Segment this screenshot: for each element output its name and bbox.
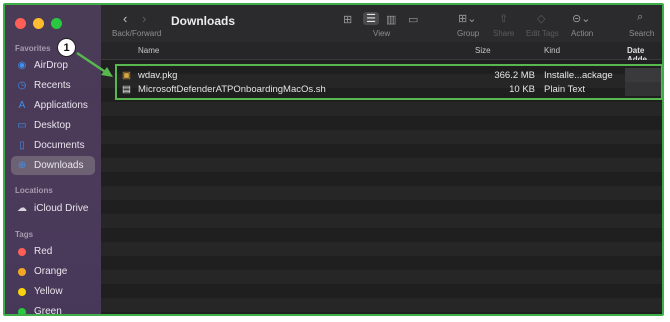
sidebar-item-tag-red[interactable]: Red — [11, 242, 95, 261]
sidebar-item-downloads[interactable]: ⊕ Downloads — [11, 156, 95, 175]
edit-tags-label: Edit Tags — [526, 29, 559, 38]
ellipsis-icon[interactable]: ⊝⌄ — [572, 12, 590, 25]
share-label: Share — [493, 29, 515, 38]
clock-icon: ◷ — [17, 80, 27, 91]
sidebar-item-label: iCloud Drive — [34, 203, 89, 214]
sidebar-item-airdrop[interactable]: ◉ AirDrop — [11, 56, 95, 75]
sidebar-item-label: AirDrop — [34, 60, 68, 71]
sidebar-item-label: Recents — [34, 80, 71, 91]
list-view-icon[interactable]: ☰ — [363, 12, 379, 25]
sidebar-item-tag-green[interactable]: Green — [11, 302, 95, 316]
share-icon[interactable]: ⇧ — [499, 12, 508, 25]
toolbar: ‹ › Back/Forward Downloads ⊞ ☰ ▥ ▭ View … — [101, 5, 662, 43]
back-icon[interactable]: ‹ — [123, 11, 127, 26]
window-controls — [15, 18, 62, 29]
column-header: Name Size Kind Date Adde — [101, 42, 662, 64]
icon-view-icon[interactable]: ⊞ — [343, 13, 352, 26]
applications-icon: A — [18, 100, 26, 111]
sidebar-item-label: Downloads — [34, 160, 84, 171]
favorites-heading: Favorites — [15, 44, 51, 53]
step-number-badge: 1 — [57, 38, 76, 57]
back-forward-label: Back/Forward — [112, 29, 162, 38]
group-label: Group — [457, 29, 480, 38]
tag-icon[interactable]: ◇ — [537, 12, 545, 25]
sidebar-item-label: Applications — [34, 100, 88, 111]
close-button[interactable] — [15, 18, 26, 29]
locations-heading: Locations — [15, 186, 53, 195]
sidebar-item-icloud-drive[interactable]: ☁ iCloud Drive — [11, 199, 95, 218]
sidebar-item-label: Yellow — [34, 286, 63, 297]
sidebar-item-label: Red — [34, 246, 53, 257]
action-label: Action — [571, 29, 594, 38]
name-column-header[interactable]: Name — [138, 46, 159, 55]
green-tag-icon — [18, 307, 26, 314]
red-tag-icon — [18, 247, 26, 256]
sidebar-item-label: Orange — [34, 266, 68, 277]
sidebar-item-applications[interactable]: A Applications — [11, 96, 95, 115]
document-icon: ▯ — [19, 140, 25, 151]
sidebar-item-documents[interactable]: ▯ Documents — [11, 136, 95, 155]
orange-tag-icon — [18, 267, 26, 276]
sidebar-item-desktop[interactable]: ▭ Desktop — [11, 116, 95, 135]
forward-icon[interactable]: › — [142, 11, 146, 26]
group-icon[interactable]: ⊞⌄ — [458, 12, 476, 25]
zoom-button[interactable] — [51, 18, 62, 29]
size-column-header[interactable]: Size — [475, 46, 491, 55]
files-highlight — [115, 64, 662, 100]
download-icon: ⊕ — [17, 160, 27, 171]
sidebar-item-label: Green — [34, 306, 62, 316]
minimize-button[interactable] — [33, 18, 44, 29]
desktop-icon: ▭ — [17, 120, 27, 131]
sidebar-item-recents[interactable]: ◷ Recents — [11, 76, 95, 95]
gallery-view-icon[interactable]: ▭ — [408, 13, 418, 26]
kind-column-header[interactable]: Kind — [544, 46, 560, 55]
finder-window: Favorites ◉ AirDrop ◷ Recents A Applicat… — [3, 3, 664, 316]
tags-heading: Tags — [15, 230, 34, 239]
yellow-tag-icon — [18, 287, 26, 296]
view-label: View — [373, 29, 391, 38]
airdrop-icon: ◉ — [17, 60, 27, 71]
column-view-icon[interactable]: ▥ — [386, 13, 396, 26]
sidebar-item-label: Documents — [34, 140, 85, 151]
sidebar-item-tag-yellow[interactable]: Yellow — [11, 282, 95, 301]
cloud-icon: ☁ — [17, 203, 27, 214]
sidebar: Favorites ◉ AirDrop ◷ Recents A Applicat… — [5, 5, 101, 314]
main-pane: ‹ › Back/Forward Downloads ⊞ ☰ ▥ ▭ View … — [101, 5, 662, 314]
search-icon[interactable]: ⌕ — [637, 11, 643, 24]
sidebar-item-label: Desktop — [34, 120, 71, 131]
search-label: Search — [629, 29, 655, 38]
sidebar-item-tag-orange[interactable]: Orange — [11, 262, 95, 281]
window-title: Downloads — [171, 14, 236, 28]
